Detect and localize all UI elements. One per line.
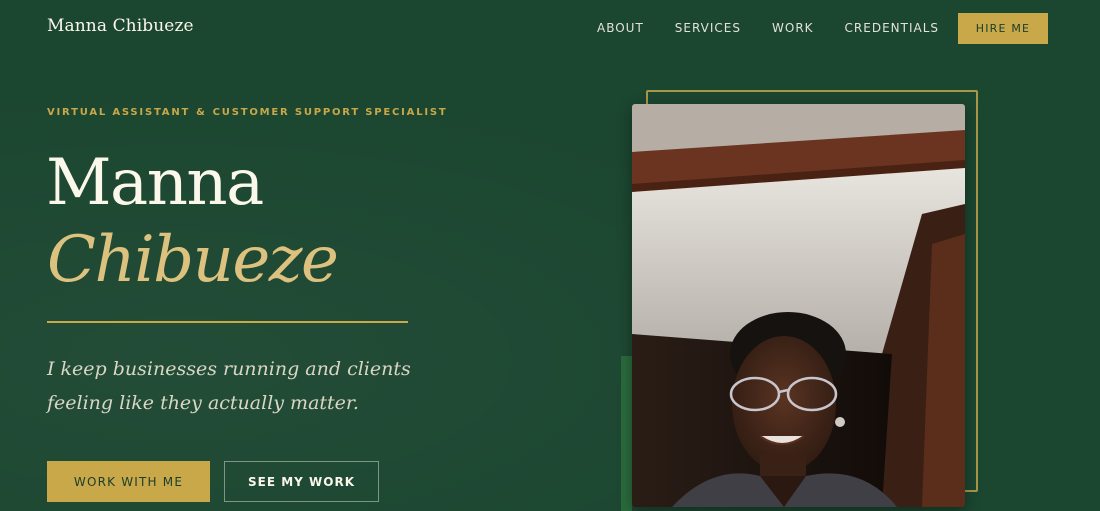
nav-link-about[interactable]: ABOUT <box>597 21 644 35</box>
work-with-me-button[interactable]: WORK WITH ME <box>47 461 210 502</box>
profile-photo-illustration <box>632 104 965 507</box>
profile-photo <box>632 104 965 507</box>
nav-links: ABOUT SERVICES WORK CREDENTIALS <box>597 21 970 35</box>
nav-link-credentials[interactable]: CREDENTIALS <box>845 21 939 35</box>
hero-name-last: Chibueze <box>47 223 339 297</box>
see-my-work-button[interactable]: SEE MY WORK <box>224 461 379 502</box>
hero-eyebrow: VIRTUAL ASSISTANT & CUSTOMER SUPPORT SPECI… <box>47 107 448 118</box>
brand-logo[interactable]: Manna Chibueze <box>47 16 194 36</box>
hero-tagline: I keep businesses running and clients fe… <box>47 358 411 414</box>
top-navigation: Manna Chibueze ABOUT SERVICES WORK CREDE… <box>0 0 1100 58</box>
eyebrow-role-2: CUSTOMER SUPPORT SPECIALIST <box>212 107 448 118</box>
photo-accent-bar <box>621 356 632 511</box>
eyebrow-role-1: VIRTUAL ASSISTANT <box>47 107 191 118</box>
eyebrow-ampersand: & <box>196 107 207 118</box>
hire-me-button[interactable]: HIRE ME <box>958 13 1048 44</box>
nav-link-services[interactable]: SERVICES <box>675 21 741 35</box>
nav-link-work[interactable]: WORK <box>772 21 814 35</box>
gold-divider <box>47 321 408 323</box>
hero-name-first: Manna <box>46 146 264 220</box>
